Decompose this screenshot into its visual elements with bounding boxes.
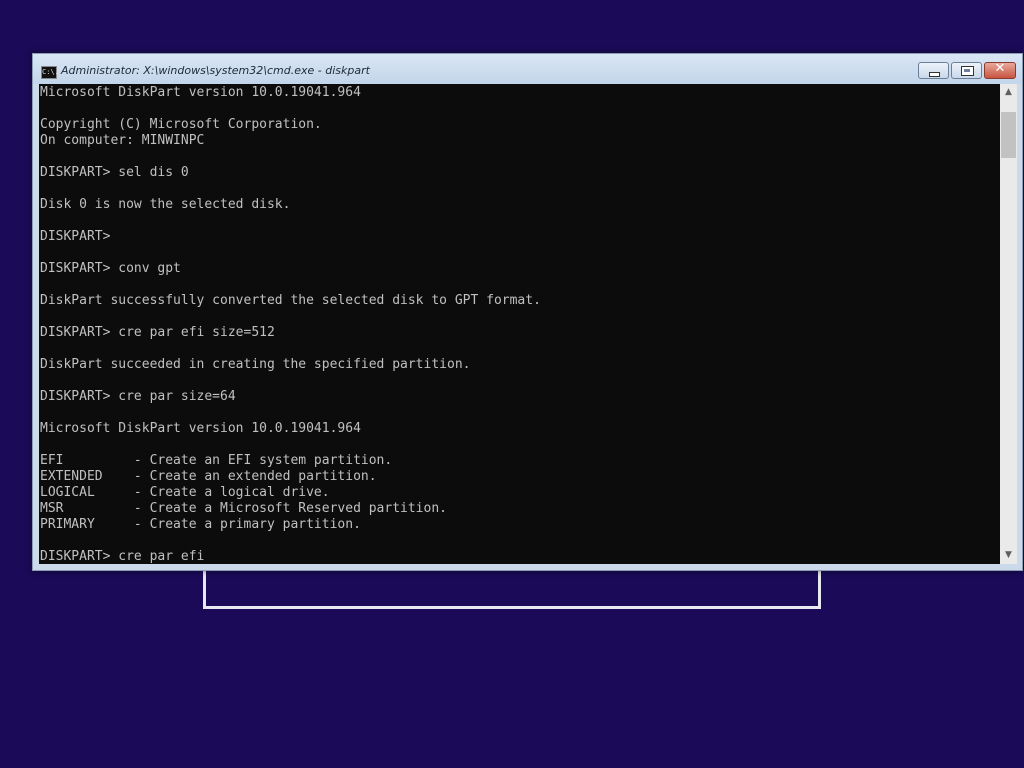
console-line: MSR - Create a Microsoft Reserved partit…: [40, 501, 447, 516]
window-title: Administrator: X:\windows\system32\cmd.e…: [61, 64, 370, 77]
vertical-scrollbar[interactable]: ▲ ▼: [1000, 84, 1017, 564]
close-button[interactable]: ✕: [984, 61, 1016, 79]
console-line: DISKPART> sel dis 0: [40, 165, 189, 180]
console-line: DISKPART> cre par efi: [40, 549, 205, 564]
minimize-icon: [929, 72, 940, 77]
console-line: On computer: MINWINPC: [40, 133, 205, 148]
scroll-thumb[interactable]: [1001, 112, 1016, 158]
console-line: Copyright (C) Microsoft Corporation.: [40, 117, 322, 132]
console-line: DISKPART> conv gpt: [40, 261, 181, 276]
restore-button[interactable]: [951, 62, 982, 79]
console-line: LOGICAL - Create a logical drive.: [40, 485, 330, 500]
console-line: Microsoft DiskPart version 10.0.19041.96…: [40, 85, 361, 100]
title-bar[interactable]: C:\. Administrator: X:\windows\system32\…: [33, 54, 1022, 84]
console-line: DISKPART>: [40, 229, 111, 244]
console-line: Microsoft DiskPart version 10.0.19041.96…: [40, 421, 361, 436]
minimize-button[interactable]: [918, 62, 949, 79]
console-line: DISKPART> cre par efi size=512: [40, 325, 275, 340]
console-output[interactable]: Microsoft DiskPart version 10.0.19041.96…: [39, 84, 1000, 564]
scroll-down-icon[interactable]: ▼: [1000, 547, 1017, 564]
console-line: DiskPart successfully converted the sele…: [40, 293, 541, 308]
console-line: EFI - Create an EFI system partition.: [40, 453, 393, 468]
console-text: Microsoft DiskPart version 10.0.19041.96…: [39, 84, 1000, 564]
close-icon: ✕: [994, 61, 1006, 76]
console-line: DiskPart succeeded in creating the speci…: [40, 357, 471, 372]
console-line: DISKPART> cre par size=64: [40, 389, 236, 404]
window-controls: ✕: [916, 61, 1016, 80]
scroll-up-icon[interactable]: ▲: [1000, 84, 1017, 101]
console-line: EXTENDED - Create an extended partition.: [40, 469, 377, 484]
console-line: PRIMARY - Create a primary partition.: [40, 517, 361, 532]
cmd-window[interactable]: C:\. Administrator: X:\windows\system32\…: [32, 53, 1023, 571]
console-line: Disk 0 is now the selected disk.: [40, 197, 291, 212]
restore-icon: [961, 66, 974, 76]
cmd-icon: C:\.: [41, 66, 59, 79]
